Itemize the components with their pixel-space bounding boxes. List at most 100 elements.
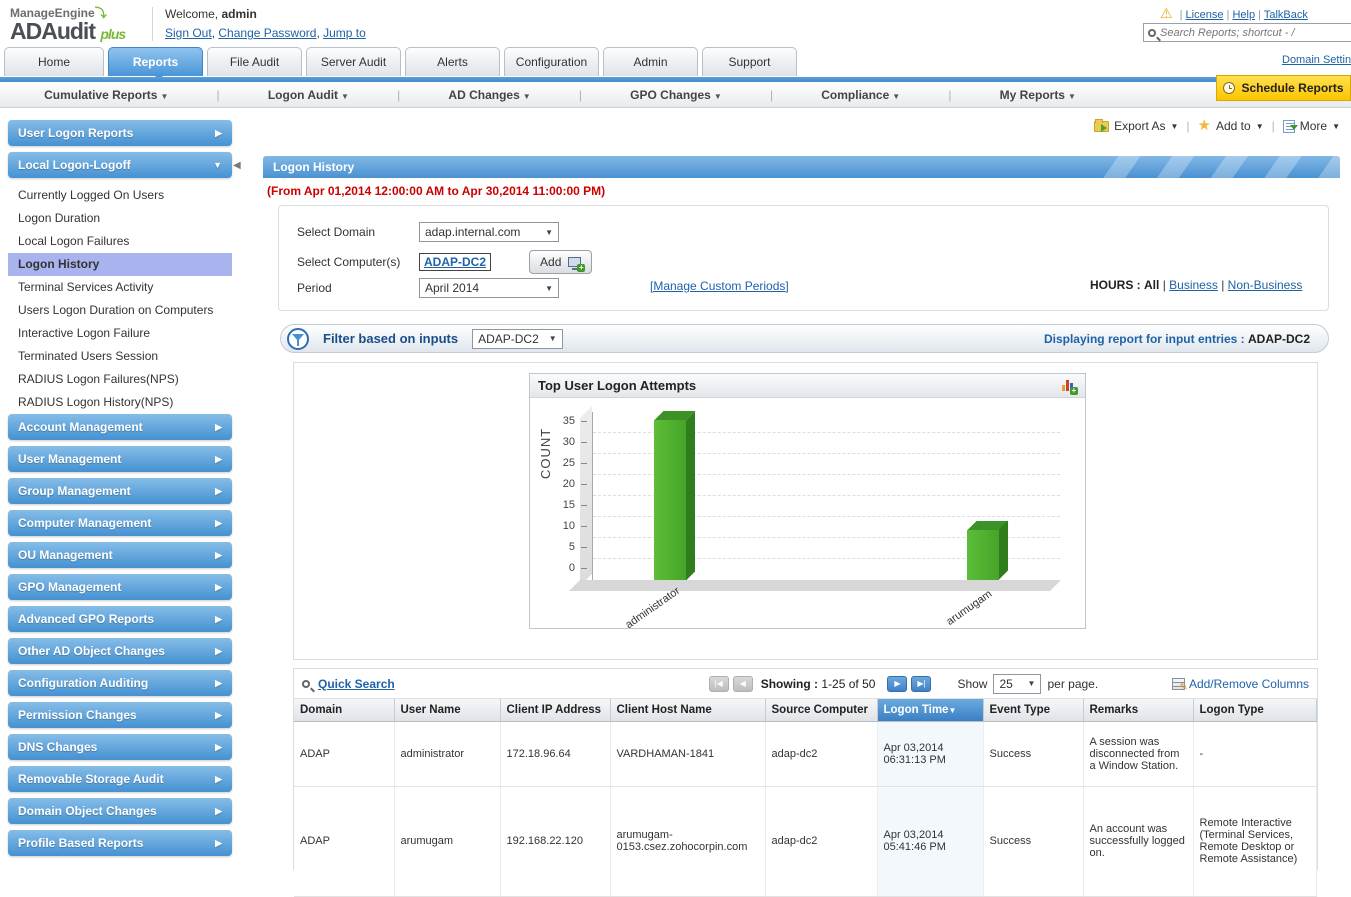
prev-page-button[interactable]: ◀ xyxy=(732,675,753,692)
subnav-gpo-changes[interactable]: GPO Changes ▼ xyxy=(630,88,722,102)
chevron-right-icon: ▶ xyxy=(215,549,222,560)
help-link[interactable]: Help xyxy=(1232,9,1255,21)
subnav-cumulative-reports[interactable]: Cumulative Reports ▼ xyxy=(44,88,168,102)
sign-out-link[interactable]: Sign Out xyxy=(165,26,212,40)
sidebar-section-computer-management[interactable]: Computer Management ▶ xyxy=(8,510,232,536)
subnav-my-reports[interactable]: My Reports ▼ xyxy=(1000,88,1076,102)
col-domain[interactable]: Domain xyxy=(294,699,395,722)
jump-to-link[interactable]: Jump to xyxy=(323,26,366,40)
hours-non-business-option[interactable]: Non-Business xyxy=(1228,278,1303,292)
subnav-compliance[interactable]: Compliance ▼ xyxy=(821,88,900,102)
col-logon-type[interactable]: Logon Type xyxy=(1193,699,1317,722)
sidebar-item-terminal-services-activity[interactable]: Terminal Services Activity xyxy=(8,276,232,299)
table-row[interactable]: ADAP administrator 172.18.96.64 VARDHAMA… xyxy=(294,721,1317,787)
first-page-button[interactable]: |◀ xyxy=(708,675,729,692)
col-client-ip[interactable]: Client IP Address xyxy=(500,699,611,722)
sidebar-item-logon-history[interactable]: Logon History xyxy=(8,253,232,276)
sidebar-item-logon-duration[interactable]: Logon Duration xyxy=(8,207,232,230)
talkback-link[interactable]: TalkBack xyxy=(1264,9,1308,21)
more-button[interactable]: More ▼ xyxy=(1282,119,1340,133)
filter-input-dropdown[interactable]: ADAP-DC2 ▼ xyxy=(472,328,563,349)
col-logon-time-sorted[interactable]: Logon Time▼ xyxy=(877,699,984,722)
sidebar-section-local-logon-logoff[interactable]: Local Logon-Logoff ▼ xyxy=(8,152,232,178)
chevron-down-icon: ▼ xyxy=(1332,121,1340,131)
hours-all-option[interactable]: All xyxy=(1144,278,1159,292)
period-dropdown[interactable]: April 2014 ▼ xyxy=(419,278,559,298)
sidebar-item-radius-logon-history[interactable]: RADIUS Logon History(NPS) xyxy=(8,391,232,414)
report-search-box[interactable] xyxy=(1143,23,1351,42)
bar-administrator[interactable] xyxy=(653,420,686,580)
selected-computer-chip[interactable]: ADAP-DC2 xyxy=(419,253,492,271)
sidebar-item-local-logon-failures[interactable]: Local Logon Failures xyxy=(8,230,232,253)
sidebar-section-group-management[interactable]: Group Management ▶ xyxy=(8,478,232,504)
tab-configuration[interactable]: Configuration xyxy=(504,47,599,76)
warning-icon[interactable]: ⚠ xyxy=(1160,5,1173,21)
sidebar-section-user-management[interactable]: User Management ▶ xyxy=(8,446,232,472)
sidebar-collapse-handle[interactable]: ◀ xyxy=(233,160,241,171)
sidebar-item-radius-logon-failures[interactable]: RADIUS Logon Failures(NPS) xyxy=(8,368,232,391)
welcome-label: Welcome, xyxy=(165,7,219,21)
sidebar-section-account-management[interactable]: Account Management ▶ xyxy=(8,414,232,440)
table-row[interactable]: ADAP arumugam 192.168.22.120 arumugam-01… xyxy=(294,786,1317,897)
filter-label: Filter based on inputs xyxy=(323,331,459,346)
tab-reports[interactable]: Reports xyxy=(108,47,203,80)
select-domain-label: Select Domain xyxy=(297,225,376,239)
col-remarks[interactable]: Remarks xyxy=(1083,699,1194,722)
col-user-name[interactable]: User Name xyxy=(394,699,501,722)
manage-custom-periods-link[interactable]: [Manage Custom Periods] xyxy=(650,279,789,293)
top-user-logon-attempts-chart: Top User Logon Attempts COUNT 35 30 25 2… xyxy=(529,373,1086,631)
sidebar-item-terminated-users-session[interactable]: Terminated Users Session xyxy=(8,345,232,368)
sidebar-section-other-ad-object-changes[interactable]: Other AD Object Changes ▶ xyxy=(8,638,232,664)
sidebar-section-configuration-auditing[interactable]: Configuration Auditing ▶ xyxy=(8,670,232,696)
tab-admin[interactable]: Admin xyxy=(603,47,698,76)
chevron-right-icon: ▶ xyxy=(215,485,222,496)
next-page-button[interactable]: ▶ xyxy=(887,675,908,692)
sidebar-section-profile-based-reports[interactable]: Profile Based Reports ▶ xyxy=(8,830,232,856)
col-source-computer[interactable]: Source Computer xyxy=(765,699,878,722)
subnav-logon-audit[interactable]: Logon Audit ▼ xyxy=(268,88,349,102)
utility-links: ⚠ | License | Help | TalkBack xyxy=(1160,5,1308,21)
tab-support[interactable]: Support xyxy=(702,47,797,76)
bar-arumugam[interactable] xyxy=(966,529,999,580)
add-remove-columns-button[interactable]: Add/Remove Columns xyxy=(1171,677,1309,693)
domain-settings-link[interactable]: Domain Settings xyxy=(1282,54,1351,66)
change-password-link[interactable]: Change Password xyxy=(218,26,316,40)
schedule-reports-button[interactable]: Schedule Reports xyxy=(1216,75,1351,101)
sidebar-section-user-logon-reports[interactable]: User Logon Reports ▶ xyxy=(8,120,232,146)
tab-alerts[interactable]: Alerts xyxy=(405,47,500,76)
add-computer-button[interactable]: Add xyxy=(529,250,593,274)
sidebar-section-ou-management[interactable]: OU Management ▶ xyxy=(8,542,232,568)
license-link[interactable]: License xyxy=(1186,9,1224,21)
tab-home[interactable]: Home xyxy=(4,47,104,76)
quick-search-button[interactable]: Quick Search xyxy=(302,677,395,691)
sidebar-section-permission-changes[interactable]: Permission Changes ▶ xyxy=(8,702,232,728)
sidebar-section-removable-storage-audit[interactable]: Removable Storage Audit ▶ xyxy=(8,766,232,792)
sidebar-section-advanced-gpo-reports[interactable]: Advanced GPO Reports ▶ xyxy=(8,606,232,632)
col-event-type[interactable]: Event Type xyxy=(983,699,1084,722)
page-size-dropdown[interactable]: 25 ▼ xyxy=(993,673,1042,694)
sidebar-section-gpo-management[interactable]: GPO Management ▶ xyxy=(8,574,232,600)
sidebar-section-dns-changes[interactable]: DNS Changes ▶ xyxy=(8,734,232,760)
main-tab-bar: Home Reports File Audit Server Audit Ale… xyxy=(0,47,1351,80)
last-page-button[interactable]: ▶| xyxy=(911,675,932,692)
sidebar-item-users-logon-duration[interactable]: Users Logon Duration on Computers xyxy=(8,299,232,322)
sidebar-item-currently-logged-on-users[interactable]: Currently Logged On Users xyxy=(8,184,232,207)
chart-type-icon[interactable] xyxy=(1061,379,1078,395)
add-to-button[interactable]: ★ Add to ▼ xyxy=(1198,118,1264,133)
subnav-ad-changes[interactable]: AD Changes ▼ xyxy=(448,88,530,102)
chart-plot-area: 35 30 25 20 15 10 5 0 administrator arum… xyxy=(563,406,1061,631)
tab-file-audit[interactable]: File Audit xyxy=(207,47,302,76)
x-label-arumugam: arumugam xyxy=(944,588,995,628)
select-domain-dropdown[interactable]: adap.internal.com ▼ xyxy=(419,222,559,242)
col-client-host[interactable]: Client Host Name xyxy=(610,699,766,722)
search-input[interactable] xyxy=(1160,26,1351,39)
tab-server-audit[interactable]: Server Audit xyxy=(306,47,401,76)
reports-subnav: Cumulative Reports ▼ | Logon Audit ▼ | AD … xyxy=(0,82,1351,108)
sidebar-item-interactive-logon-failure[interactable]: Interactive Logon Failure xyxy=(8,322,232,345)
chevron-right-icon: ▶ xyxy=(215,805,222,816)
chevron-down-icon: ▼ xyxy=(545,227,553,237)
hours-business-option[interactable]: Business xyxy=(1169,278,1218,292)
export-as-button[interactable]: Export As ▼ xyxy=(1094,118,1178,133)
sidebar-section-domain-object-changes[interactable]: Domain Object Changes ▶ xyxy=(8,798,232,824)
welcome-block: Welcome, admin Sign Out, Change Password… xyxy=(152,7,366,41)
